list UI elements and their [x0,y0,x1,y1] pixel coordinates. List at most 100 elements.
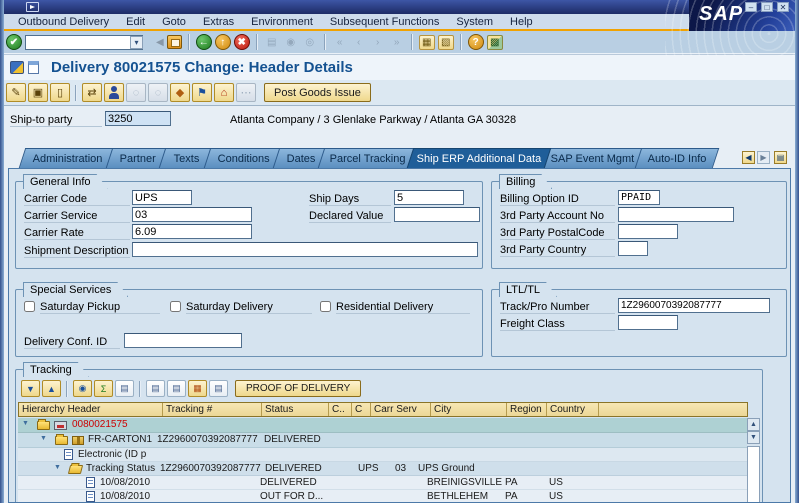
print-icon[interactable]: ▤ [146,380,165,397]
find-next-icon[interactable]: ◎ [302,35,318,50]
command-field[interactable] [25,35,143,50]
tab-ship-erp-additional-data[interactable]: Ship ERP Additional Data [407,148,551,168]
region-value[interactable]: PA [505,491,518,502]
tracking-number[interactable]: 1Z2960070392087777 [160,463,261,474]
delete-icon[interactable]: ▯ [50,83,70,102]
help-icon[interactable]: ? [468,34,484,50]
col-carr-serv[interactable]: Carr Serv [371,403,431,416]
status-value[interactable]: DELIVERED [265,463,322,474]
col-city[interactable]: City [431,403,507,416]
menu-environment[interactable]: Environment [251,16,313,28]
col-region[interactable]: Region [507,403,547,416]
pack-icon[interactable]: ▣ [28,83,48,102]
col-hierarchy-header[interactable]: Hierarchy Header [19,403,163,416]
carrier-code-field[interactable] [132,190,192,205]
find-icon[interactable]: ◉ [283,35,299,50]
layout-icon[interactable]: ▤ [209,380,228,397]
city-value[interactable]: BREINIGSVILLE [427,477,502,488]
tracking-status-label[interactable]: Tracking Status [86,463,155,474]
transfer-icon[interactable]: ⇄ [82,83,102,102]
col-c2[interactable]: C [352,403,371,416]
subtotal-icon[interactable]: ▤ [115,380,134,397]
col-status[interactable]: Status [262,403,329,416]
menu-edit[interactable]: Edit [126,16,145,28]
picking-icon[interactable]: ◆ [170,83,190,102]
next-page-icon[interactable]: › [370,35,386,50]
declared-value-field[interactable] [394,207,480,222]
previous-page-icon[interactable]: ‹ [351,35,367,50]
expander-icon[interactable]: ▼ [54,464,61,471]
edit-icon[interactable]: ✎ [6,83,26,102]
event-date[interactable]: 10/08/2010 [100,491,150,502]
tab-scroll-left-icon[interactable]: ◀ [742,151,755,164]
new-session-icon[interactable]: ▦ [419,35,435,50]
window-restore-button[interactable]: □ [761,2,773,12]
customize-layout-icon[interactable]: ▩ [487,35,503,50]
table-row[interactable]: ▼ Tracking Status 1Z2960070392087777 DEL… [18,462,747,476]
back-icon[interactable]: ← [196,34,212,50]
third-party-account-field[interactable] [618,207,734,222]
menu-help[interactable]: Help [510,16,533,28]
city-value[interactable]: BETHLEHEM [427,491,488,502]
tracking-number[interactable]: 1Z2960070392087777 [157,434,258,445]
col-tracking-number[interactable]: Tracking # [163,403,262,416]
status-value[interactable]: DELIVERED [260,477,317,488]
menu-extras[interactable]: Extras [203,16,234,28]
residential-delivery-checkbox[interactable] [320,301,331,312]
packing-station-icon[interactable]: ⚑ [192,83,212,102]
carrier-service-field[interactable] [132,207,252,222]
delivery-icon[interactable] [10,61,24,74]
scroll-up-icon[interactable]: ▲ [747,418,760,431]
delivery-conf-id-field[interactable] [124,333,242,348]
table-scrollbar[interactable]: ▲ ▼ [747,418,760,503]
expander-icon[interactable]: ▼ [40,435,47,442]
service-value[interactable]: 03 [395,463,406,474]
cancel-icon[interactable]: ✖ [234,34,250,50]
carton-id[interactable]: FR-CARTON1 [88,434,152,445]
menu-outbound-delivery[interactable]: Outbound Delivery [18,16,109,28]
expander-icon[interactable]: ▼ [22,420,29,427]
freight-class-field[interactable] [618,315,678,330]
event-date[interactable]: 10/08/2010 [100,477,150,488]
enter-icon[interactable]: ✔ [6,34,22,50]
menu-goto[interactable]: Goto [162,16,186,28]
scroll-down-icon[interactable]: ▼ [747,431,760,444]
print-icon[interactable]: ▤ [264,35,280,50]
export-icon[interactable]: ▤ [167,380,186,397]
last-page-icon[interactable]: » [389,35,405,50]
shipment-description-field[interactable] [132,242,478,257]
find-icon[interactable]: ◉ [73,380,92,397]
sort-descending-icon[interactable]: ▼ [21,380,40,397]
sum-icon[interactable]: Σ [94,380,113,397]
table-row[interactable]: 10/08/2010 DELIVERED BREINIGSVILLE PA US [18,476,747,490]
menu-system[interactable]: System [456,16,493,28]
carrier-rate-field[interactable] [132,224,252,239]
status-value[interactable]: OUT FOR D... [260,491,323,502]
exit-icon[interactable]: ↑ [215,34,231,50]
billing-option-id-field[interactable] [618,190,660,205]
proof-of-delivery-button[interactable]: PROOF OF DELIVERY [235,380,361,397]
partner-icon[interactable] [104,83,124,102]
country-value[interactable]: US [549,477,563,488]
post-goods-issue-button[interactable]: Post Goods Issue [264,83,371,102]
command-dropdown-icon[interactable]: ▾ [130,36,143,49]
country-value[interactable]: US [549,491,563,502]
tab-parcel-tracking[interactable]: Parcel Tracking [318,148,418,168]
header-details-icon[interactable] [28,61,39,74]
back-triangle-icon[interactable]: ◀ [156,37,164,48]
track-pro-number-field[interactable] [618,298,770,313]
tab-auto-id-info[interactable]: Auto-ID Info [635,148,719,168]
goods-movement-icon[interactable]: ⌂ [214,83,234,102]
col-country[interactable]: Country [547,403,599,416]
tab-list-icon[interactable]: ▤ [774,151,787,164]
tab-scroll-right-icon[interactable]: ▶ [757,151,770,164]
save-icon[interactable] [167,35,182,49]
saturday-delivery-checkbox[interactable] [170,301,181,312]
table-row[interactable]: Electronic (ID p [18,448,747,462]
first-page-icon[interactable]: « [332,35,348,50]
create-shortcut-icon[interactable]: ▧ [438,35,454,50]
tab-conditions[interactable]: Conditions [204,148,284,168]
col-c1[interactable]: C.. [329,403,352,416]
tab-sap-event-mgmt[interactable]: SAP Event Mgmt [540,148,646,168]
ship-to-party-field[interactable] [105,111,171,126]
